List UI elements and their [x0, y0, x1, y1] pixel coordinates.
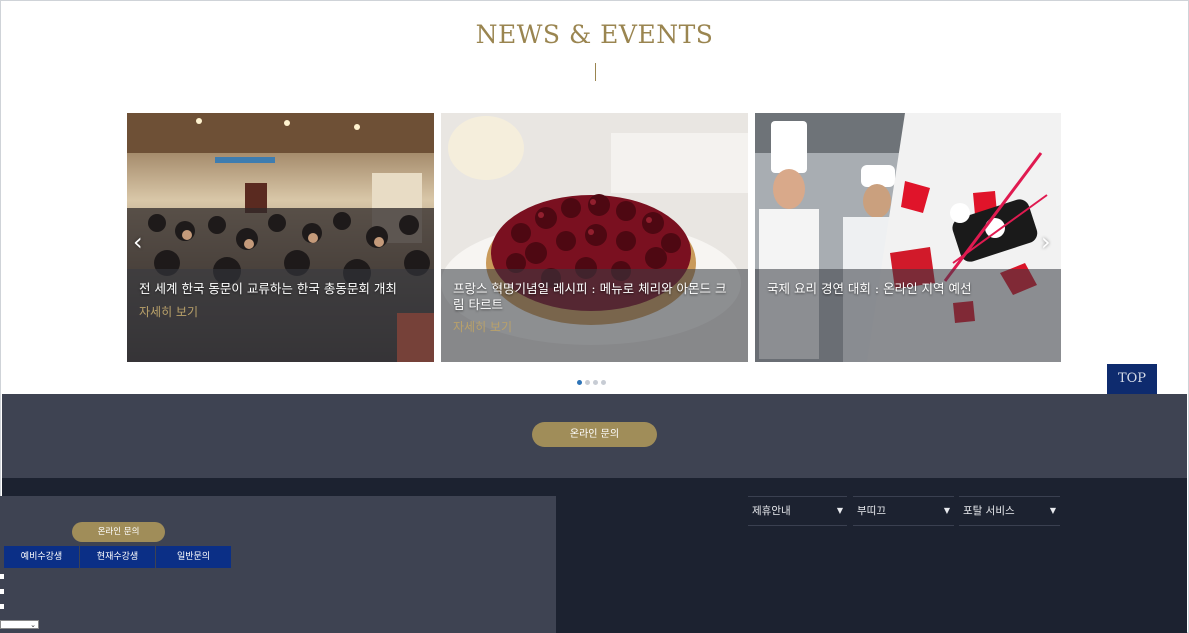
bullet-mark [0, 574, 4, 579]
panel-select[interactable]: ⌄ [0, 620, 39, 629]
tab-prospective-student[interactable]: 예비수강생 [4, 546, 79, 568]
online-inquiry-button[interactable]: 온라인 문의 [532, 422, 657, 447]
carousel-dot-3[interactable] [593, 380, 598, 385]
read-more-link[interactable]: 자세히 보기 [139, 303, 198, 320]
section-title: NEWS & EVENTS [475, 20, 714, 49]
dropdown-label: 제휴안내 [752, 505, 791, 517]
caret-down-icon: ▼ [943, 506, 950, 515]
tab-general-inquiry[interactable]: 일반문의 [156, 546, 231, 568]
read-more-link[interactable]: 자세히 보기 [453, 318, 512, 335]
caret-down-icon: ▼ [1049, 506, 1056, 515]
inquiry-tabs: 예비수강생 현재수강생 일반문의 [4, 546, 231, 568]
title-divider [595, 63, 596, 81]
carousel-prev-icon[interactable]: ‹ [133, 228, 143, 256]
carousel-dot-4[interactable] [601, 380, 606, 385]
dropdown-label: 포탈 서비스 [963, 505, 1015, 517]
caret-down-icon: ▼ [836, 506, 843, 515]
bullet-mark [0, 604, 4, 609]
panel-inquiry-button[interactable]: 온라인 문의 [72, 522, 165, 542]
carousel-dot-2[interactable] [585, 380, 590, 385]
card-caption: 프랑스 혁명기념일 레시피 : 메뉴로 체리와 아몬드 크림 타르트 [453, 281, 727, 312]
carousel-dot-1[interactable] [577, 380, 582, 385]
dropdown-boutique[interactable]: 부띠끄 ▼ [853, 496, 954, 526]
dropdown-portal-service[interactable]: 포탈 서비스 ▼ [959, 496, 1060, 526]
dropdown-label: 부띠끄 [857, 505, 886, 517]
card-caption: 전 세계 한국 동문이 교류하는 한국 총동문회 개최 [139, 281, 397, 296]
bullet-mark [0, 589, 4, 594]
news-card-1[interactable]: 전 세계 한국 동문이 교류하는 한국 총동문회 개최 자세히 보기 [127, 113, 434, 362]
carousel-pagination [577, 380, 606, 385]
dropdown-partnership[interactable]: 제휴안내 ▼ [748, 496, 847, 526]
scroll-top-button[interactable]: TOP [1107, 364, 1157, 394]
card-caption: 국제 요리 경연 대회 : 온라인 지역 예선 [767, 281, 972, 296]
news-card-3[interactable]: 국제 요리 경연 대회 : 온라인 지역 예선 [755, 113, 1061, 362]
carousel-next-icon[interactable]: › [1041, 228, 1051, 256]
news-card-2[interactable]: 프랑스 혁명기념일 레시피 : 메뉴로 체리와 아몬드 크림 타르트 자세히 보… [441, 113, 748, 362]
panel-bullet-marks [0, 574, 4, 619]
tab-current-student[interactable]: 현재수강생 [80, 546, 155, 568]
